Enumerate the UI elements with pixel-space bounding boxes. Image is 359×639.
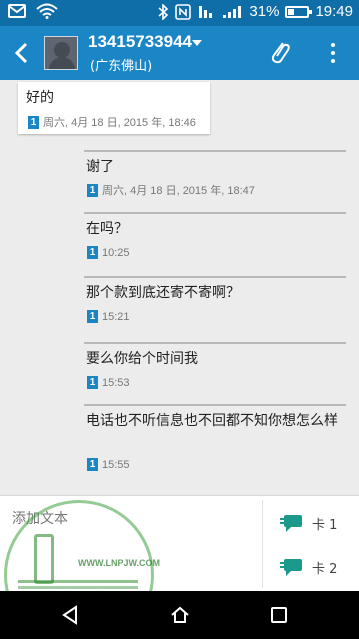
message-timestamp: 15:53 [102,376,130,389]
navigation-bar [0,591,359,639]
message-text: 谢了 [86,159,114,175]
contact-number[interactable]: 13415733944 [88,32,192,52]
contact-location: (广东佛山) [90,59,153,74]
outgoing-message: 电话也不听信息也不回都不知你想怎么样 1 15:55 [84,404,346,484]
send-message-icon [280,515,302,532]
battery-icon [285,5,313,18]
sim-card-icon: 1 [87,458,98,471]
nfc-icon [175,3,192,20]
message-timestamp: 周六, 4月 18 日, 2015 年, 18:47 [102,185,255,197]
conversation-header: 13415733944 (广东佛山) [0,26,359,80]
bluetooth-icon [158,3,169,20]
nav-home-icon[interactable] [170,605,190,625]
battery-percent: 31% [249,3,280,20]
message-text: 那个款到底还寄不寄啊？ [86,285,240,301]
overflow-menu-icon[interactable] [328,40,338,66]
message-meta: 1 15:53 [87,376,130,389]
message-input[interactable] [12,504,252,534]
message-meta: 1 15:55 [87,458,130,471]
notification-icon [8,4,26,18]
message-timestamp: 15:21 [102,310,130,323]
send-message-icon [280,559,302,576]
send-sim1-label: 卡 1 [312,517,338,533]
status-left [8,3,58,19]
incoming-message: 好的 1 周六, 4月 18 日, 2015 年, 18:46 [18,82,210,134]
status-right: 31% 19:49 [157,3,353,20]
message-meta: 1 10:25 [87,246,130,259]
outgoing-message: 那个款到底还寄不寄啊？ 1 15:21 [84,276,346,336]
sim-card-icon: 1 [87,246,98,259]
message-meta: 1 周六, 4月 18 日, 2015 年, 18:46 [28,114,196,130]
outgoing-message: 要么你给个时间我 1 15:53 [84,342,346,402]
message-text: 在吗？ [86,221,128,237]
back-icon[interactable] [8,38,36,68]
message-timestamp: 周六, 4月 18 日, 2015 年, 18:46 [43,117,196,129]
message-meta: 1 周六, 4月 18 日, 2015 年, 18:47 [87,182,255,198]
message-composer: 卡 1 卡 2 [0,495,359,591]
message-thread[interactable]: 好的 1 周六, 4月 18 日, 2015 年, 18:46 谢了 1 周六,… [0,80,359,495]
status-bar: 31% 19:49 [0,0,359,26]
message-text: 要么你给个时间我 [86,351,198,367]
sim-card-icon: 1 [87,310,98,323]
clock: 19:49 [315,3,353,20]
outgoing-message: 谢了 1 周六, 4月 18 日, 2015 年, 18:47 [84,150,346,210]
signal-icon [223,5,242,18]
sim-card-icon: 1 [28,115,39,129]
dropdown-caret-icon[interactable] [192,40,202,46]
message-meta: 1 15:21 [87,310,130,323]
composer-divider [262,500,263,588]
paperclip-icon[interactable] [268,40,292,66]
nav-back-icon[interactable] [60,605,80,625]
message-text: 电话也不听信息也不回都不知你想怎么样 [86,413,338,429]
message-timestamp: 15:55 [102,458,130,471]
message-timestamp: 10:25 [102,246,130,259]
send-sim2-label: 卡 2 [312,561,338,577]
network-3g-icon [199,5,213,18]
sim-card-icon: 1 [87,376,98,389]
message-text: 好的 [26,90,54,106]
sim-card-icon: 1 [87,183,98,197]
outgoing-message: 在吗？ 1 10:25 [84,212,346,272]
avatar[interactable] [44,36,78,70]
nav-recents-icon[interactable] [270,606,288,624]
send-sim1-button[interactable]: 卡 1 [270,504,355,542]
send-sim2-button[interactable]: 卡 2 [270,548,355,586]
wifi-icon [36,3,58,19]
